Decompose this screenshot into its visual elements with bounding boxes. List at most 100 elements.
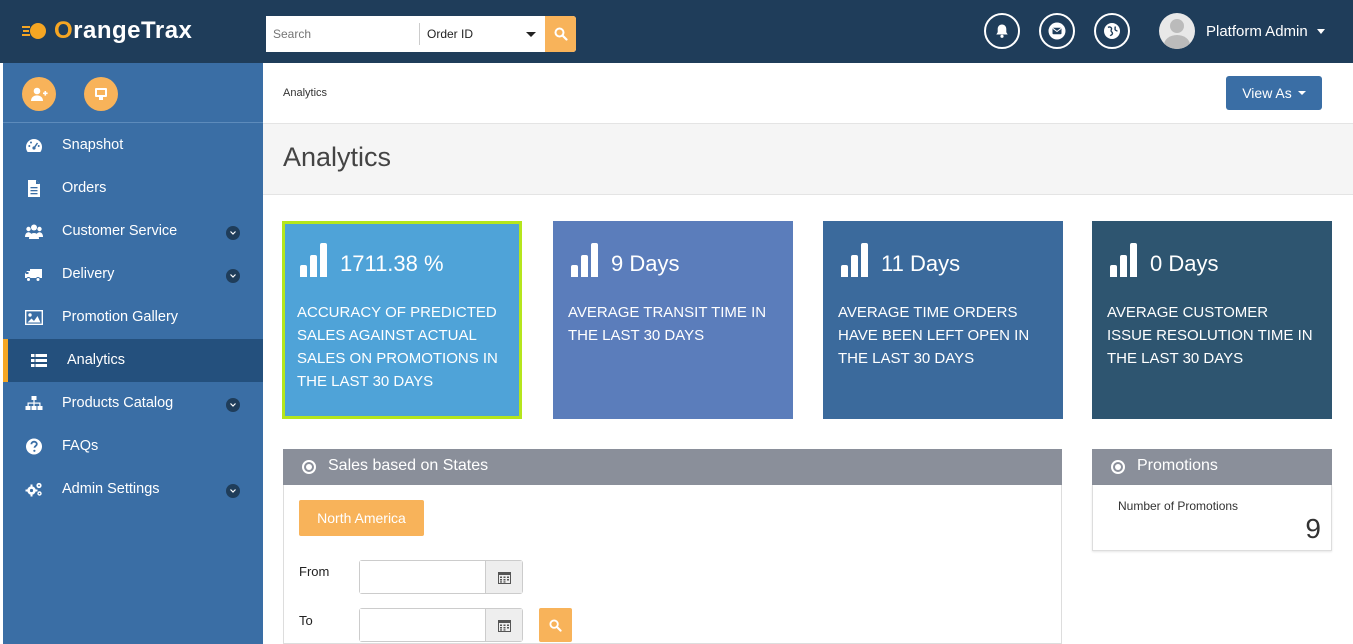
kpi-card-transit-time[interactable]: 9 Days Average transit time in the last … — [553, 221, 793, 419]
caret-down-icon — [1316, 28, 1325, 34]
chevron-down-icon[interactable] — [226, 484, 240, 498]
top-bar: OrangeTrax Order ID — [0, 0, 1353, 63]
bell-icon — [996, 24, 1008, 38]
main-content: 1711.38 % Accuracy of predicted sales ag… — [263, 195, 1353, 644]
kpi-description: Accuracy of predicted sales against actu… — [297, 304, 498, 390]
radio-dot-icon — [1111, 460, 1125, 474]
kpi-description: Average time orders have been left open … — [838, 304, 1030, 367]
sidebar-item-analytics[interactable]: Analytics — [3, 339, 263, 382]
from-label: From — [299, 564, 330, 579]
chevron-down-icon[interactable] — [226, 226, 240, 240]
gears-icon — [25, 482, 42, 497]
add-user-button[interactable] — [22, 77, 56, 111]
tag-button[interactable] — [84, 77, 118, 111]
apply-date-search-button[interactable] — [539, 608, 572, 642]
breadcrumb-bar: Analytics View As — [263, 63, 1353, 124]
bar-chart-icon — [300, 243, 328, 277]
view-as-button[interactable]: View As — [1226, 76, 1322, 110]
calendar-icon — [497, 619, 511, 632]
logo-text: rangeTrax — [73, 17, 193, 44]
add-user-icon — [31, 87, 48, 101]
sidebar-item-delivery[interactable]: Delivery — [3, 253, 263, 296]
calendar-button[interactable] — [485, 561, 522, 593]
search-type-select[interactable]: Order ID — [420, 16, 545, 52]
sidebar-item-label: Analytics — [67, 352, 126, 368]
document-icon — [28, 180, 40, 197]
sidebar-item-label: Promotion Gallery — [62, 309, 179, 325]
dashboard-icon — [26, 139, 42, 152]
search-input[interactable] — [266, 16, 419, 52]
messages-button[interactable] — [1039, 13, 1075, 49]
sidebar-item-label: Delivery — [62, 266, 115, 282]
breadcrumb[interactable]: Analytics — [283, 87, 327, 99]
sidebar-item-customer-service[interactable]: Customer Service — [3, 210, 263, 253]
notifications-button[interactable] — [984, 13, 1020, 49]
image-icon — [25, 310, 43, 326]
user-menu[interactable]: Platform Admin — [1159, 13, 1325, 49]
sidebar-item-snapshot[interactable]: Snapshot — [3, 124, 263, 167]
region-north-america-button[interactable]: North America — [299, 500, 424, 536]
to-date-input[interactable] — [360, 609, 485, 641]
page-header: Analytics — [263, 124, 1353, 195]
search-button[interactable] — [545, 16, 576, 52]
sitemap-icon — [25, 396, 43, 410]
page-title: Analytics — [283, 142, 392, 172]
sidebar-item-label: FAQs — [62, 438, 99, 454]
from-date-field[interactable] — [359, 560, 523, 594]
price-tag-icon — [95, 88, 107, 100]
search-icon — [554, 27, 568, 41]
truck-icon — [25, 269, 42, 282]
from-date-input[interactable] — [360, 561, 485, 593]
bar-chart-icon — [571, 243, 599, 277]
sidebar-item-label: Products Catalog — [62, 395, 174, 411]
kpi-card-promo-accuracy[interactable]: 1711.38 % Accuracy of predicted sales ag… — [282, 221, 522, 419]
kpi-value: 0 Days — [1150, 251, 1219, 276]
logo-o: O — [54, 17, 74, 44]
kpi-value: 1711.38 % — [340, 251, 444, 276]
sales-panel-body: North America From To — [283, 485, 1062, 644]
globe-icon — [1104, 23, 1120, 39]
orangetrax-logo[interactable]: OrangeTrax — [22, 14, 192, 48]
chevron-down-icon[interactable] — [226, 398, 240, 412]
calendar-button[interactable] — [485, 609, 522, 641]
view-as-label: View As — [1242, 85, 1292, 101]
search-bar: Order ID — [266, 16, 576, 52]
sidebar-quick-actions — [3, 63, 263, 123]
kpi-card-open-orders[interactable]: 11 Days Average time orders have been le… — [823, 221, 1063, 419]
sidebar-item-label: Orders — [62, 180, 107, 196]
kpi-value: 11 Days — [881, 251, 961, 276]
caret-down-icon — [1297, 91, 1306, 95]
sidebar-item-promotion-gallery[interactable]: Promotion Gallery — [3, 296, 263, 339]
calendar-icon — [497, 571, 511, 584]
promotions-panel-header: Promotions — [1092, 449, 1332, 485]
chevron-down-icon[interactable] — [226, 269, 240, 283]
sidebar-item-label: Customer Service — [62, 223, 178, 239]
sidebar: Snapshot Orders Customer Service Deliver… — [3, 63, 263, 644]
bar-chart-icon — [1110, 243, 1138, 277]
logo-mark-icon — [22, 20, 54, 42]
kpi-value: 9 Days — [611, 251, 680, 276]
sales-panel-title: Sales based on States — [328, 457, 489, 474]
sidebar-item-faqs[interactable]: FAQs — [3, 425, 263, 468]
users-icon — [25, 224, 43, 239]
envelope-icon — [1048, 22, 1066, 40]
avatar — [1159, 13, 1195, 49]
kpi-description: Average customer issue resolution time i… — [1107, 304, 1313, 367]
sidebar-item-products-catalog[interactable]: Products Catalog — [3, 382, 263, 425]
kpi-card-issue-resolution[interactable]: 0 Days Average customer issue resolution… — [1092, 221, 1332, 419]
bar-chart-icon — [841, 243, 869, 277]
list-icon — [31, 354, 47, 367]
sidebar-item-label: Admin Settings — [62, 481, 160, 497]
globe-button[interactable] — [1094, 13, 1130, 49]
radio-dot-icon — [302, 460, 316, 474]
promotions-count-label: Number of Promotions — [1118, 499, 1239, 513]
search-type-value: Order ID — [427, 27, 474, 41]
promotions-panel-title: Promotions — [1137, 457, 1218, 474]
to-label: To — [299, 613, 313, 628]
sidebar-item-admin-settings[interactable]: Admin Settings — [3, 468, 263, 511]
promotions-count-value: 9 — [1305, 513, 1321, 544]
sidebar-item-orders[interactable]: Orders — [3, 167, 263, 210]
to-date-field[interactable] — [359, 608, 523, 642]
sidebar-item-label: Snapshot — [62, 137, 124, 153]
user-name: Platform Admin — [1206, 22, 1308, 40]
